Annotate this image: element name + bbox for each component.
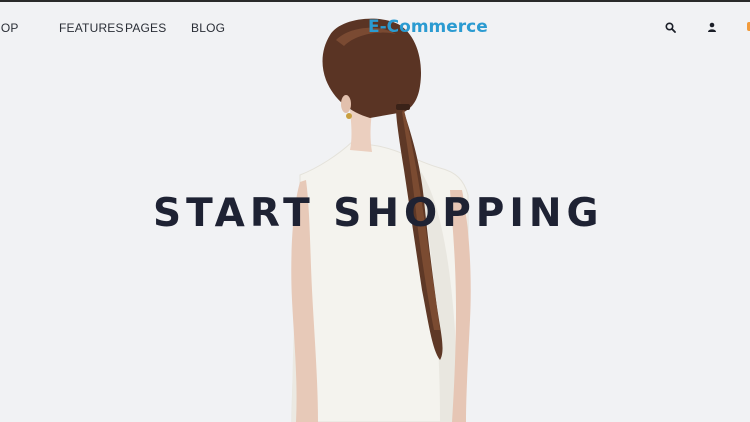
- hero-title: START SHOPPING: [153, 191, 604, 236]
- page: HOP FEATURES PAGES BLOG E-Commerce START…: [0, 0, 750, 422]
- brand-logo[interactable]: E-Commerce: [368, 17, 488, 37]
